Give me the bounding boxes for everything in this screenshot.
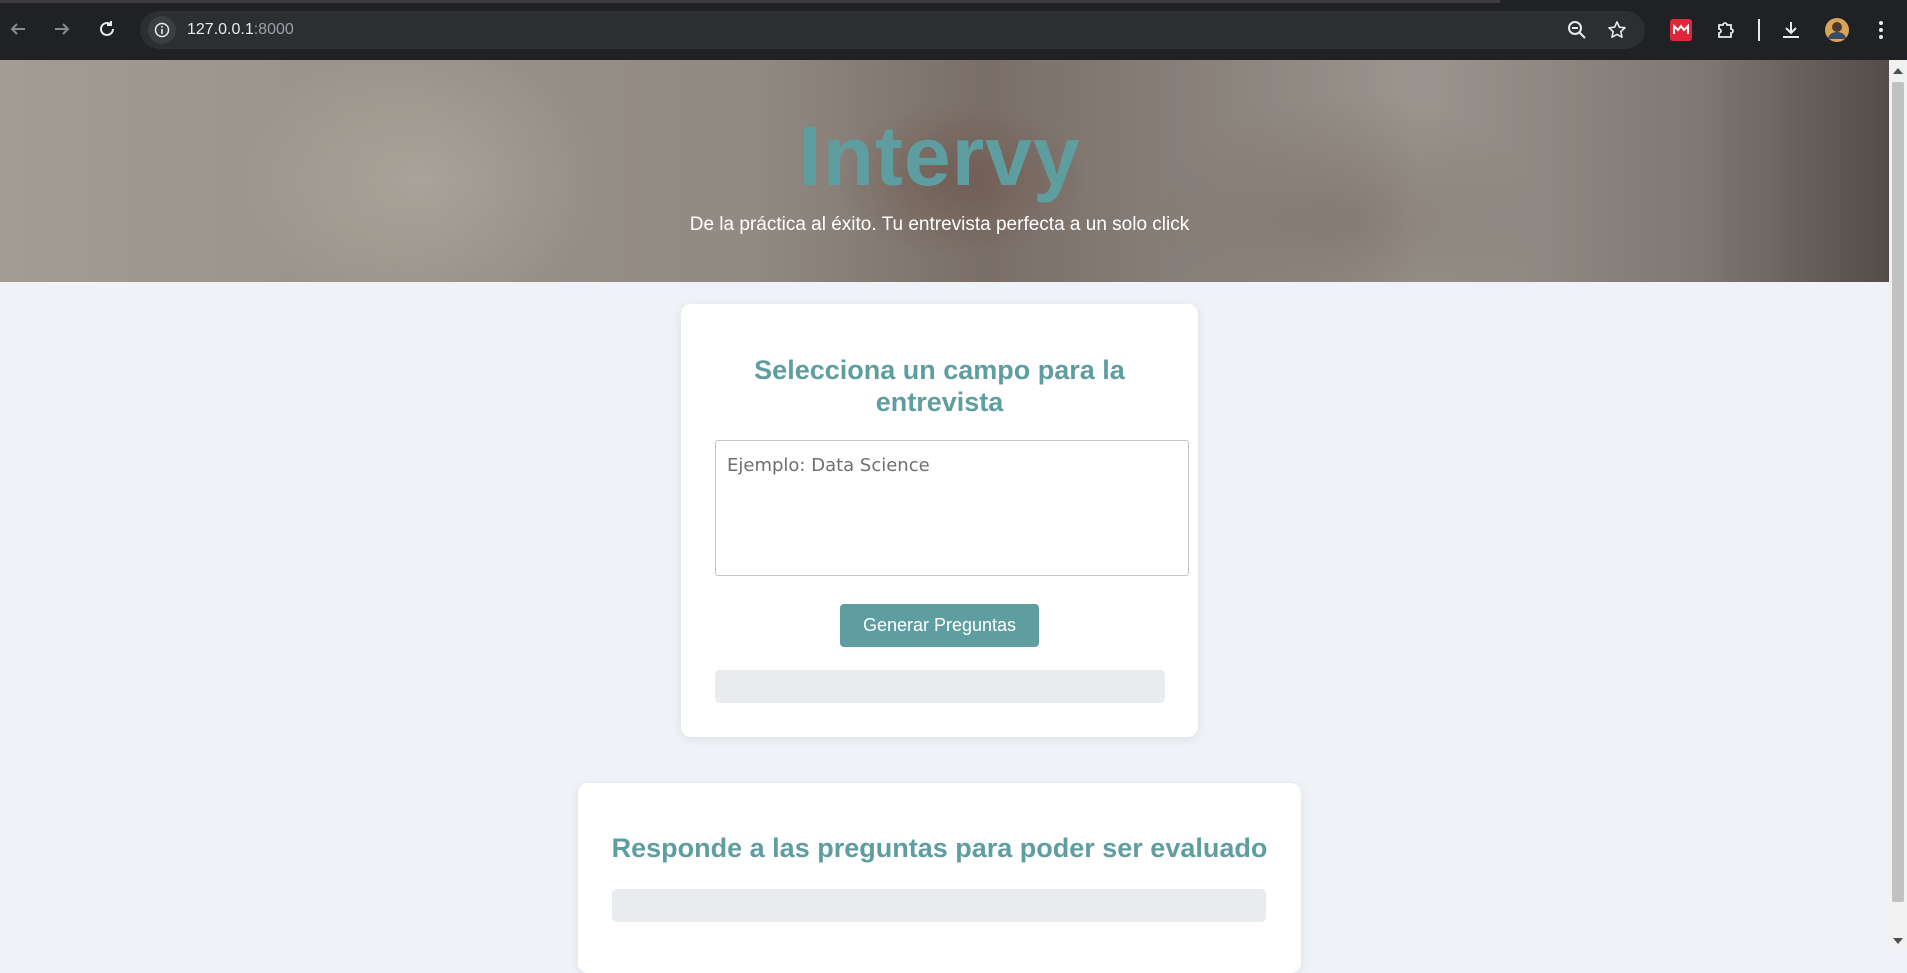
forward-button[interactable] [47,14,77,44]
app-tagline: De la práctica al éxito. Tu entrevista p… [689,214,1190,235]
url-port: :8000 [253,21,294,38]
answer-questions-title: Responde a las preguntas para poder ser … [611,833,1268,863]
extension-red-icon [1670,19,1692,41]
avatar-icon [1825,18,1849,42]
bookmark-button[interactable] [1605,18,1629,42]
answer-questions-card: Responde a las preguntas para poder ser … [578,783,1301,973]
zoom-button[interactable] [1565,18,1589,42]
extensions-menu-button[interactable] [1712,16,1740,44]
field-input[interactable]: Ejemplo: Data Science [715,440,1189,576]
answers-placeholder-bar [612,889,1266,922]
scroll-up-arrow-icon[interactable] [1893,68,1903,74]
hero-banner: Intervy De la práctica al éxito. Tu entr… [0,60,1889,282]
questions-placeholder-bar [715,670,1165,703]
field-input-placeholder: Ejemplo: Data Science [727,455,930,476]
url-host: 127.0.0.1 [187,21,254,38]
page-scrollbar[interactable] [1889,60,1907,950]
star-icon [1608,21,1626,38]
info-icon [154,22,170,38]
profile-button[interactable] [1823,16,1851,44]
more-vertical-icon [1879,21,1883,39]
puzzle-icon [1718,22,1734,38]
toolbar-separator [1758,19,1760,41]
browser-menu-button[interactable] [1867,16,1895,44]
browser-toolbar: 127.0.0.1:8000 [0,0,1907,60]
url-text: 127.0.0.1:8000 [187,21,294,39]
extension-button[interactable] [1667,16,1695,44]
scroll-down-arrow-icon[interactable] [1893,938,1903,944]
field-selection-card: Selecciona un campo para la entrevista E… [681,304,1198,737]
tab-strip-edge [0,0,1500,3]
scroll-thumb[interactable] [1892,82,1904,902]
field-selection-title: Selecciona un campo para la entrevista [754,355,1125,417]
reload-button[interactable] [92,14,122,44]
downloads-button[interactable] [1777,16,1805,44]
back-arrow-icon [10,23,25,35]
back-button[interactable] [3,14,33,44]
app-title: Intervy [798,109,1081,203]
zoom-out-icon [1568,21,1586,39]
address-bar[interactable]: 127.0.0.1:8000 [140,11,1645,49]
generate-questions-button[interactable]: Generar Preguntas [840,604,1039,647]
download-icon [1783,22,1799,38]
reload-icon [100,21,114,36]
site-info-button[interactable] [148,16,176,44]
forward-arrow-icon [55,23,70,35]
